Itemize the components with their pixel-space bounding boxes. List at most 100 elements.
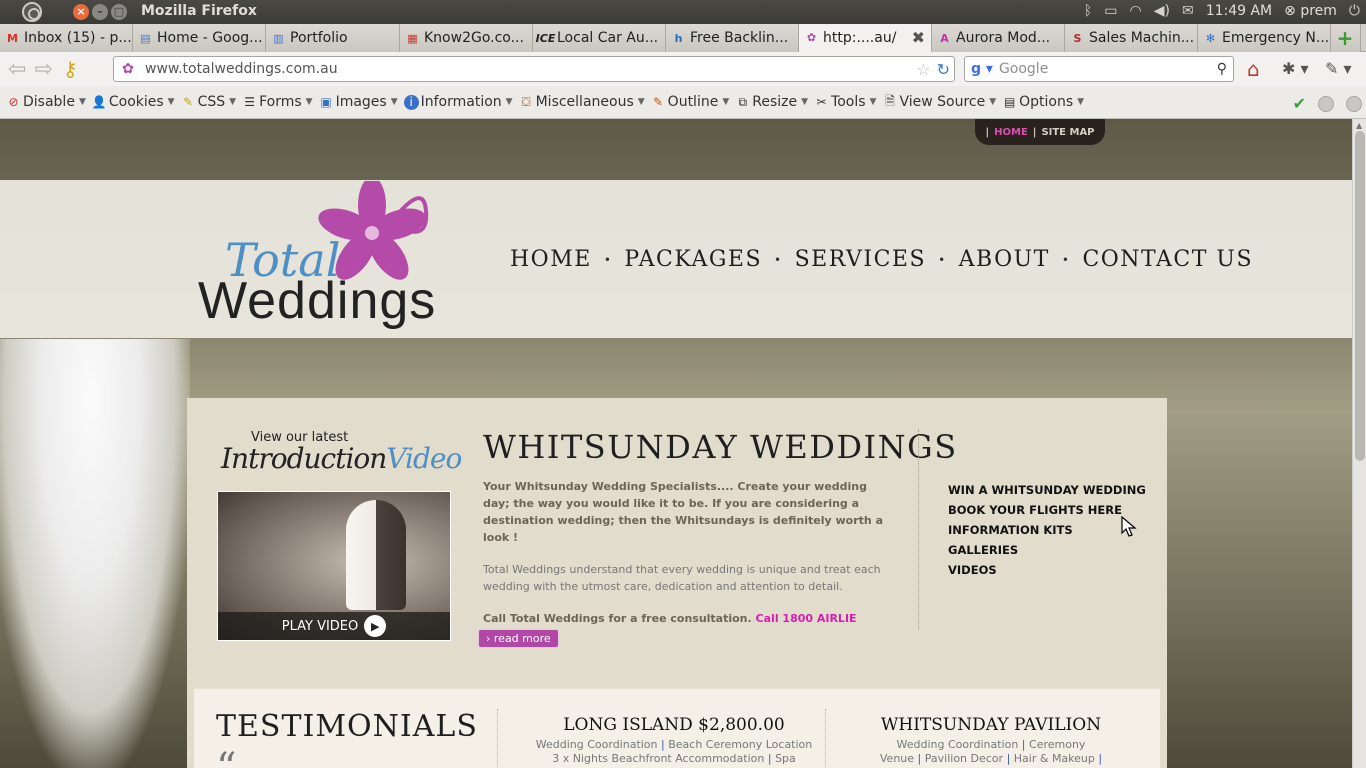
clock[interactable]: 11:49 AM [1206, 3, 1272, 19]
toolbar-options[interactable]: ▤ Options ▼ [1002, 94, 1084, 110]
key-icon[interactable]: ⚷ [63, 57, 78, 81]
search-box[interactable]: g ▾ Google ⚲ [964, 56, 1234, 82]
tab-sales-machine[interactable]: S Sales Machin... [1065, 24, 1198, 52]
toolbar-view-source[interactable]: 🗎 View Source ▼ [882, 94, 996, 111]
package-whitsunday-pavilion[interactable]: WHITSUNDAY PAVILION Wedding Coordination… [841, 715, 1141, 766]
play-video-label: PLAY VIDEO [281, 618, 359, 634]
reload-icon[interactable]: ↻ [937, 60, 950, 79]
toolbar-label: Images [335, 94, 387, 110]
toolbar-resize[interactable]: ⧉ Resize ▼ [735, 94, 808, 110]
play-video-button[interactable]: PLAY VIDEO ▶ [218, 612, 450, 640]
nav-about[interactable]: ABOUT [959, 247, 1050, 272]
link-videos[interactable]: VIDEOS [948, 560, 1146, 580]
utility-sitemap-link[interactable]: SITE MAP [1041, 127, 1094, 138]
utility-home-link[interactable]: HOME [994, 127, 1028, 138]
tab-know2go[interactable]: ▦ Know2Go.co... [400, 24, 533, 52]
feature: Wedding Coordination [535, 738, 658, 751]
url-bar[interactable]: ✿ www.totalweddings.com.au ☆ ↻ [113, 56, 955, 82]
call-number-link[interactable]: Call 1800 AIRLIE [756, 612, 857, 625]
forms-icon: ☰ [244, 95, 255, 109]
tab-label: Local Car Au... [557, 30, 659, 46]
tab-gmail[interactable]: M Inbox (15) - p... [0, 24, 133, 52]
minimize-window-button[interactable]: – [92, 4, 108, 20]
miscellaneous-icon: ⛋ [521, 94, 531, 109]
images-icon: ▣ [320, 95, 332, 109]
user-menu[interactable]: ⊗ prem [1284, 3, 1337, 19]
tab-totalweddings[interactable]: ✿ http:....au/ ✖ [799, 24, 932, 52]
volume-icon[interactable]: ◀) [1154, 3, 1170, 19]
bookmark-star-icon[interactable]: ☆ [916, 60, 930, 79]
toolbar-outline[interactable]: ✎ Outline ▼ [651, 94, 729, 110]
toolbar-css[interactable]: ✎ CSS ▼ [181, 94, 236, 110]
feature: 3 x Nights Beachfront Accommodation [552, 752, 765, 765]
link-information-kits[interactable]: INFORMATION KITS [948, 520, 1146, 540]
read-more-button[interactable]: › read more [478, 629, 559, 648]
power-icon[interactable]: ⏻ [1349, 3, 1360, 19]
link-galleries[interactable]: GALLERIES [948, 540, 1146, 560]
search-icon[interactable]: ⚲ [1217, 61, 1227, 77]
back-arrow-icon[interactable]: ⇦ [8, 57, 26, 82]
mail-icon[interactable]: ✉ [1182, 3, 1194, 19]
status-circle-icon[interactable] [1318, 95, 1334, 112]
chevron-down-icon: ▼ [390, 97, 398, 107]
toolbar-tools[interactable]: ✂ Tools ▼ [814, 94, 877, 110]
close-tab-icon[interactable]: ✖ [906, 28, 925, 47]
nav-packages[interactable]: PACKAGES [624, 247, 762, 272]
tab-aurora[interactable]: A Aurora Mod... [932, 24, 1065, 52]
toolbar-forms[interactable]: ☰ Forms ▼ [242, 94, 312, 110]
separator: | [1006, 752, 1011, 765]
toolbar-label: CSS [197, 94, 226, 110]
video-thumbnail[interactable]: PLAY VIDEO ▶ [217, 491, 451, 641]
close-window-button[interactable]: × [73, 4, 89, 20]
extension-icon[interactable]: ✱ ▾ [1282, 59, 1309, 78]
tab-google-sites[interactable]: ▤ Home - Goog... [133, 24, 266, 52]
ubuntu-logo-icon[interactable] [22, 2, 42, 22]
tab-strip: M Inbox (15) - p... ▤ Home - Goog... ▥ Port… [0, 24, 1366, 52]
google-icon[interactable]: g ▾ [971, 61, 993, 77]
tab-local-car[interactable]: ICE Local Car Au... [533, 24, 666, 52]
toolbar-disable[interactable]: ⊘ Disable ▼ [6, 94, 85, 110]
package-title[interactable]: LONG ISLAND $2,800.00 [524, 715, 824, 735]
package-long-island[interactable]: LONG ISLAND $2,800.00 Wedding Coordinati… [524, 715, 824, 766]
toolbar-images[interactable]: ▣ Images ▼ [319, 94, 398, 110]
pen-tool-icon[interactable]: ✎ ▾ [1325, 59, 1352, 78]
backlink-icon: h [674, 31, 683, 45]
vertical-scrollbar[interactable]: ▲ [1352, 119, 1366, 768]
scrollbar-thumb[interactable] [1355, 131, 1365, 461]
video-script-title: IntroductionVideo [221, 442, 462, 475]
site-identity-icon[interactable]: ✿ [117, 58, 139, 80]
toolbar-cookies[interactable]: 👤 Cookies ▼ [92, 94, 175, 110]
nav-home[interactable]: HOME [510, 247, 592, 272]
feature: Venue [879, 752, 915, 765]
tab-label: Know2Go.co... [424, 30, 524, 46]
url-text[interactable]: www.totalweddings.com.au [145, 61, 338, 77]
link-book-flights[interactable]: BOOK YOUR FLIGHTS HERE [948, 500, 1146, 520]
toolbar-miscellaneous[interactable]: ⛋ Miscellaneous ▼ [519, 94, 645, 110]
maximize-window-button[interactable]: □ [111, 4, 127, 20]
tab-emergency[interactable]: ✻ Emergency N... [1198, 24, 1331, 52]
wifi-icon[interactable]: ◠ [1130, 3, 1142, 19]
package-title[interactable]: WHITSUNDAY PAVILION [841, 715, 1141, 735]
battery-icon[interactable]: ▭ [1104, 3, 1117, 19]
status-circle-icon[interactable] [1346, 95, 1362, 112]
tab-free-backlinks[interactable]: h Free Backlin... [666, 24, 799, 52]
toolbar-information[interactable]: i Information ▼ [403, 94, 513, 110]
toolbar-label: Cookies [108, 94, 164, 110]
logo-text-weddings[interactable]: Weddings [198, 271, 436, 331]
link-win-wedding[interactable]: WIN A WHITSUNDAY WEDDING [948, 480, 1146, 500]
bluetooth-icon[interactable]: ᛒ [1084, 3, 1092, 19]
toolbar-status: ✔ [1293, 94, 1362, 113]
home-icon[interactable]: ⌂ [1247, 57, 1260, 81]
new-tab-button[interactable]: + [1331, 24, 1361, 52]
nav-services[interactable]: SERVICES [795, 247, 926, 272]
nav-separator: • [603, 252, 613, 267]
separator: | [661, 738, 665, 751]
nav-contact-us[interactable]: CONTACT US [1082, 247, 1253, 272]
forward-arrow-icon[interactable]: ⇨ [34, 57, 52, 82]
package-features: Wedding Coordination | Beach Ceremony Lo… [524, 738, 824, 766]
search-placeholder[interactable]: Google [999, 61, 1048, 77]
scroll-up-arrow-icon[interactable]: ▲ [1356, 121, 1362, 130]
bride-background-image [0, 339, 190, 768]
check-icon[interactable]: ✔ [1293, 94, 1306, 113]
tab-portfolio[interactable]: ▥ Portfolio [266, 24, 400, 52]
